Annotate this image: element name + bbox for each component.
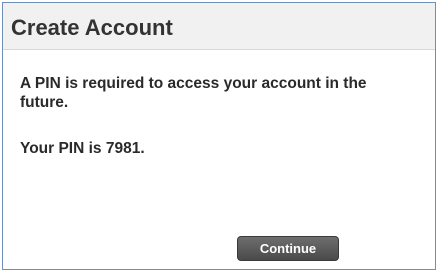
- create-account-dialog: Create Account A PIN is required to acce…: [2, 2, 436, 270]
- pin-display: Your PIN is 7981.: [20, 140, 145, 157]
- dialog-header: Create Account: [3, 3, 435, 50]
- pin-required-message: A PIN is required to access your account…: [20, 75, 367, 111]
- dialog-title: Create Account: [11, 15, 173, 40]
- continue-button[interactable]: Continue: [237, 236, 339, 261]
